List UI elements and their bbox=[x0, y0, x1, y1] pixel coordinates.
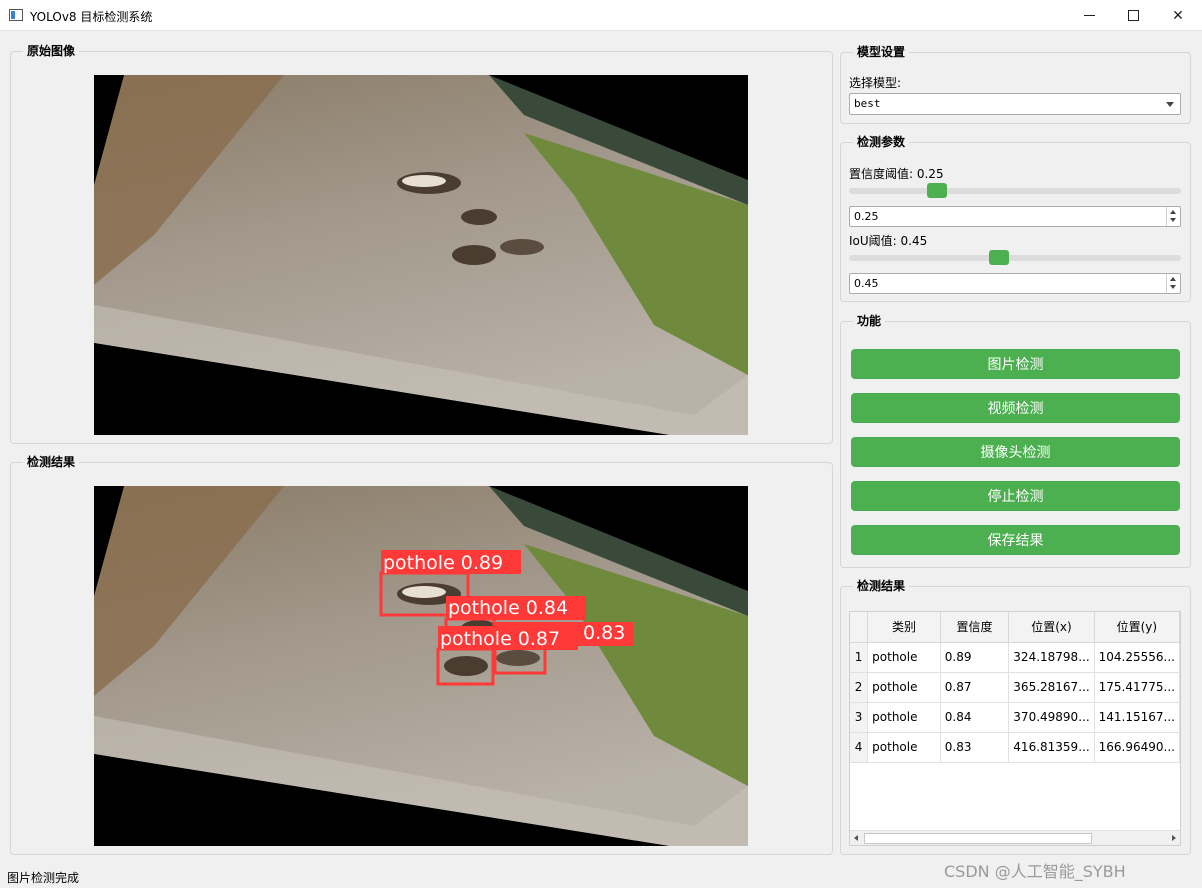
cell-y[interactable]: 175.41775... bbox=[1094, 672, 1180, 703]
table-row[interactable]: 2 pothole 0.87 365.28167... 175.41775... bbox=[850, 672, 1180, 703]
confidence-slider[interactable] bbox=[849, 181, 1181, 201]
spin-up-icon[interactable] bbox=[1170, 210, 1176, 214]
cell-class[interactable]: pothole bbox=[867, 642, 941, 673]
iou-slider-handle[interactable] bbox=[989, 250, 1009, 265]
column-header-y[interactable]: 位置(y) bbox=[1094, 612, 1180, 643]
confidence-label: 置信度阈值: 0.25 bbox=[849, 167, 944, 181]
table-corner[interactable] bbox=[850, 612, 869, 643]
column-header-x[interactable]: 位置(x) bbox=[1008, 612, 1095, 643]
minimize-icon bbox=[1083, 15, 1095, 16]
watermark: CSDN @人工智能_SYBH bbox=[944, 862, 1126, 881]
iou-spinbox[interactable]: 0.45 bbox=[849, 273, 1181, 294]
cell-x[interactable]: 416.81359... bbox=[1008, 732, 1095, 763]
spin-down-icon[interactable] bbox=[1170, 285, 1176, 289]
row-number[interactable]: 4 bbox=[850, 732, 869, 763]
scroll-right-icon[interactable] bbox=[1172, 835, 1176, 841]
model-select-value: best bbox=[854, 97, 881, 110]
close-button[interactable]: ✕ bbox=[1155, 0, 1201, 31]
detect-params-title: 检测参数 bbox=[853, 135, 910, 150]
image-detect-button[interactable]: 图片检测 bbox=[851, 349, 1180, 379]
camera-detect-button[interactable]: 摄像头检测 bbox=[851, 437, 1180, 467]
model-settings-title: 模型设置 bbox=[853, 45, 910, 60]
road-scene-result: pothole 0.89 pothole 0.84 0.83 pothole 0… bbox=[94, 486, 748, 846]
confidence-spinbox[interactable]: 0.25 bbox=[849, 206, 1181, 227]
column-header-confidence[interactable]: 置信度 bbox=[940, 612, 1010, 643]
maximize-button[interactable] bbox=[1110, 0, 1156, 31]
cell-y[interactable]: 166.96490... bbox=[1094, 732, 1180, 763]
minimize-button[interactable] bbox=[1066, 0, 1112, 31]
confidence-spin-buttons[interactable] bbox=[1166, 207, 1180, 226]
functions-title: 功能 bbox=[853, 314, 886, 329]
iou-slider[interactable] bbox=[849, 248, 1181, 268]
table-row[interactable]: 4 pothole 0.83 416.81359... 166.96490... bbox=[850, 732, 1180, 763]
model-select[interactable]: best bbox=[849, 93, 1181, 115]
video-detect-button[interactable]: 视频检测 bbox=[851, 393, 1180, 423]
cell-confidence[interactable]: 0.84 bbox=[940, 702, 1010, 733]
original-image-group-title: 原始图像 bbox=[23, 44, 80, 59]
detection-label-3: pothole 0.84 bbox=[448, 597, 568, 619]
detection-label-1: pothole 0.89 bbox=[383, 552, 503, 574]
iou-label: IoU阈值: 0.45 bbox=[849, 234, 928, 248]
cell-x[interactable]: 370.49890... bbox=[1008, 702, 1095, 733]
result-image-group-title: 检测结果 bbox=[23, 455, 80, 470]
spin-down-icon[interactable] bbox=[1170, 218, 1176, 222]
iou-slider-track bbox=[849, 255, 1181, 261]
horizontal-scrollbar[interactable] bbox=[850, 830, 1180, 845]
table-row[interactable]: 3 pothole 0.84 370.49890... 141.15167... bbox=[850, 702, 1180, 733]
title-bar: YOLOv8 目标检测系统 ✕ bbox=[0, 0, 1202, 31]
original-image bbox=[94, 75, 748, 435]
confidence-spin-value: 0.25 bbox=[854, 210, 879, 223]
cell-x[interactable]: 365.28167... bbox=[1008, 672, 1095, 703]
cell-confidence[interactable]: 0.83 bbox=[940, 732, 1010, 763]
table-row[interactable]: 1 pothole 0.89 324.18798... 104.25556... bbox=[850, 642, 1180, 673]
cell-class[interactable]: pothole bbox=[867, 702, 941, 733]
results-table[interactable]: 类别 置信度 位置(x) 位置(y) 1 pothole 0.89 324.18… bbox=[849, 611, 1181, 846]
spin-up-icon[interactable] bbox=[1170, 277, 1176, 281]
confidence-slider-track bbox=[849, 188, 1181, 194]
cell-y[interactable]: 141.15167... bbox=[1094, 702, 1180, 733]
table-header-row: 类别 置信度 位置(x) 位置(y) bbox=[850, 612, 1180, 643]
cell-confidence[interactable]: 0.89 bbox=[940, 642, 1010, 673]
confidence-slider-handle[interactable] bbox=[927, 183, 947, 198]
chevron-down-icon bbox=[1166, 102, 1174, 107]
row-number[interactable]: 2 bbox=[850, 672, 869, 703]
status-bar-text: 图片检测完成 bbox=[7, 871, 80, 885]
cell-class[interactable]: pothole bbox=[867, 732, 941, 763]
row-number[interactable]: 3 bbox=[850, 702, 869, 733]
maximize-icon bbox=[1127, 10, 1139, 21]
window-title: YOLOv8 目标检测系统 bbox=[30, 10, 153, 24]
close-icon: ✕ bbox=[1172, 7, 1184, 24]
iou-spin-buttons[interactable] bbox=[1166, 274, 1180, 293]
cell-y[interactable]: 104.25556... bbox=[1094, 642, 1180, 673]
save-results-button[interactable]: 保存结果 bbox=[851, 525, 1180, 555]
app-window-icon bbox=[9, 9, 23, 21]
detection-label-2: pothole 0.87 bbox=[440, 628, 560, 650]
result-image: pothole 0.89 pothole 0.84 0.83 pothole 0… bbox=[94, 486, 748, 846]
results-table-grid: 类别 置信度 位置(x) 位置(y) 1 pothole 0.89 324.18… bbox=[850, 612, 1180, 763]
select-model-label: 选择模型: bbox=[849, 76, 902, 90]
cell-class[interactable]: pothole bbox=[867, 672, 941, 703]
cell-x[interactable]: 324.18798... bbox=[1008, 642, 1095, 673]
iou-spin-value: 0.45 bbox=[854, 277, 879, 290]
row-number[interactable]: 1 bbox=[850, 642, 869, 673]
cell-confidence[interactable]: 0.87 bbox=[940, 672, 1010, 703]
column-header-class[interactable]: 类别 bbox=[867, 612, 941, 643]
detection-label-4: 0.83 bbox=[583, 622, 625, 644]
scroll-left-icon[interactable] bbox=[854, 835, 858, 841]
scrollbar-thumb[interactable] bbox=[864, 833, 1092, 844]
stop-detect-button[interactable]: 停止检测 bbox=[851, 481, 1180, 511]
results-table-title: 检测结果 bbox=[853, 579, 910, 594]
road-scene-original bbox=[94, 75, 748, 435]
